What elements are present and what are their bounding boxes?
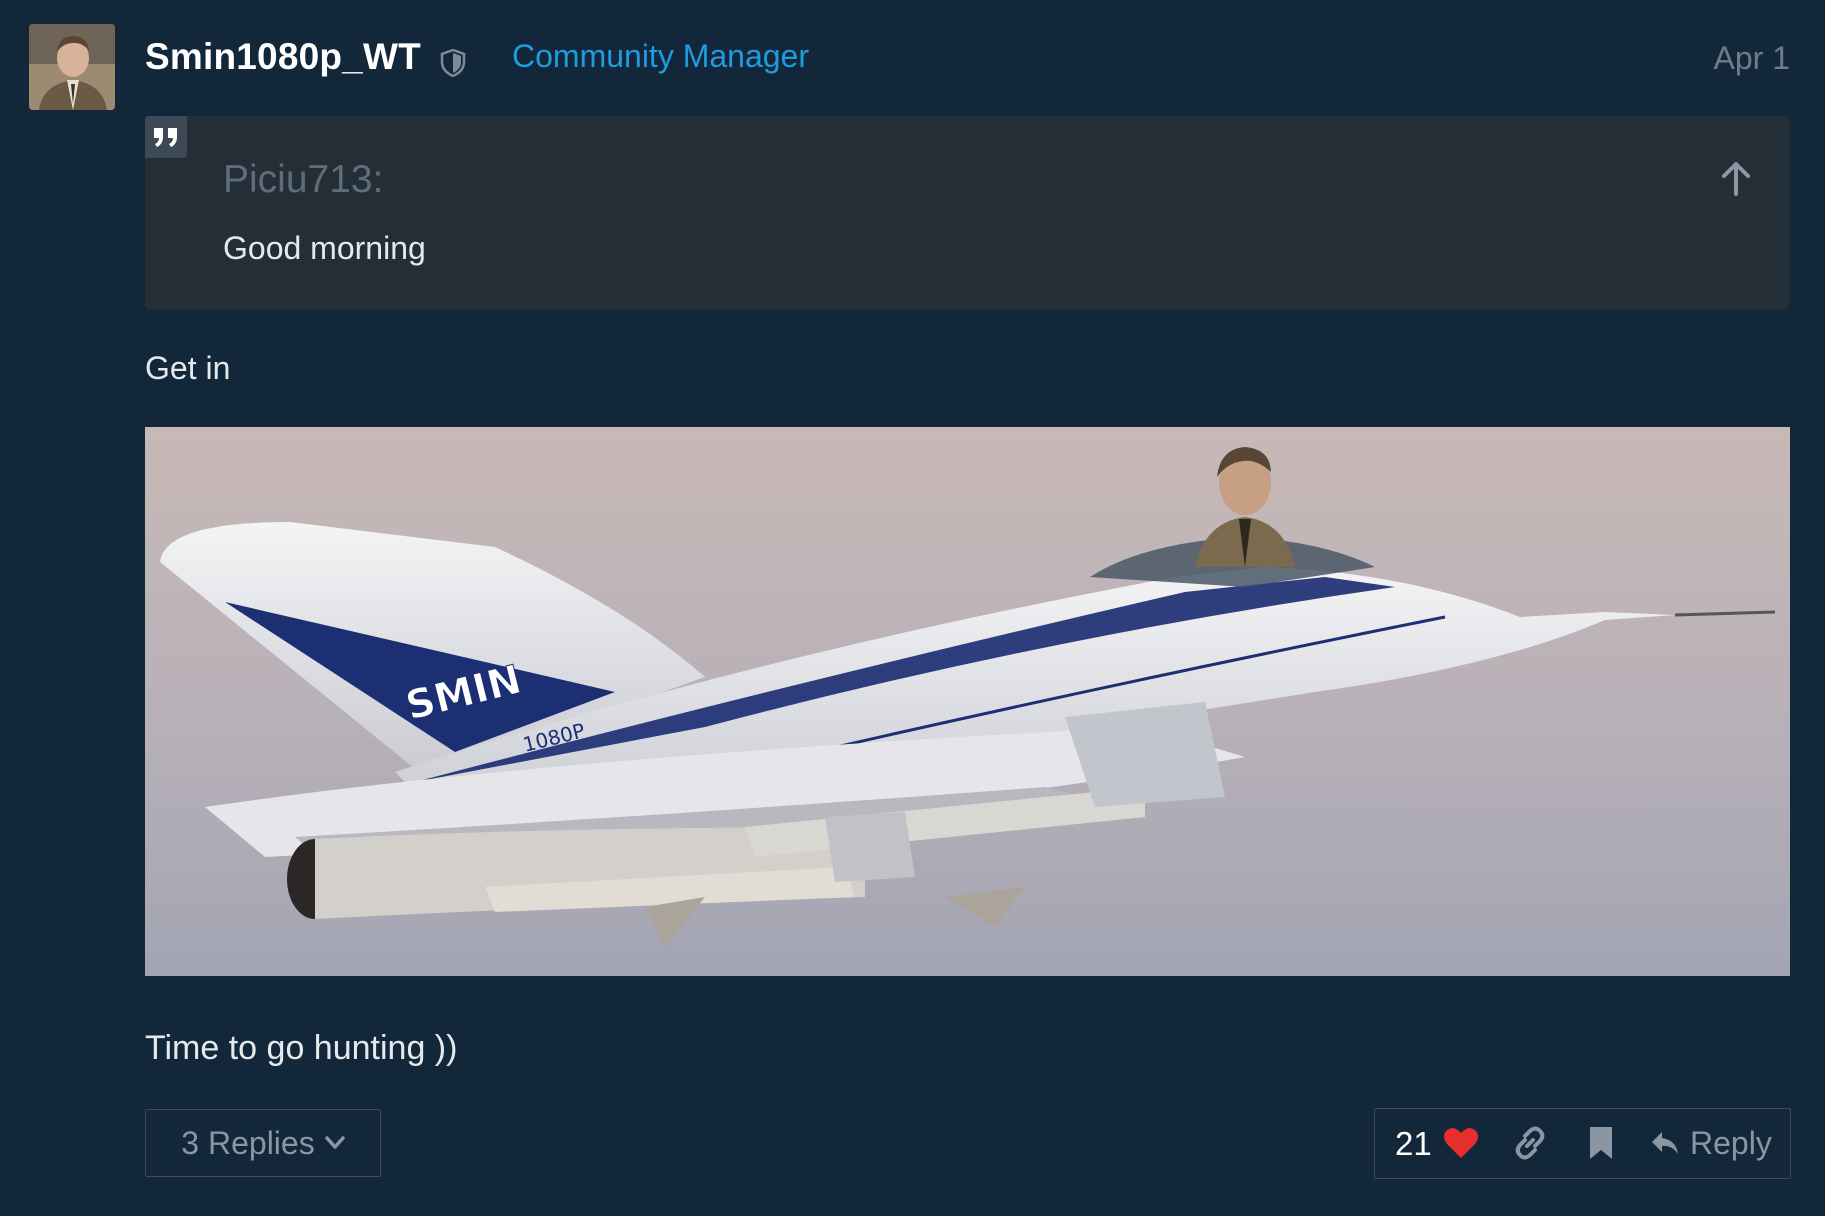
bookmark-icon[interactable] [1587,1125,1615,1161]
post-paragraph: Time to go hunting )) [145,1029,458,1067]
shield-icon [440,48,466,78]
reply-button[interactable]: Reply [1650,1121,1772,1165]
post-paragraph: Get in [145,350,231,386]
quote-text: Good morning [223,230,426,266]
like-count[interactable]: 21 [1395,1125,1432,1163]
replies-button[interactable]: 3 Replies [145,1109,381,1177]
quote-block: Piciu713: Good morning [145,116,1790,310]
arrow-up-icon[interactable] [1720,160,1752,196]
quote-icon [145,116,187,158]
link-icon[interactable] [1512,1125,1548,1161]
reply-icon [1652,1132,1678,1154]
chevron-down-icon [324,1136,345,1149]
post-image[interactable]: SMIN 1080P [145,427,1790,976]
post-date[interactable]: Apr 1 [1714,40,1790,77]
reply-label: Reply [1690,1124,1772,1161]
post-actions: 21 Reply [1374,1108,1791,1179]
user-title: Community Manager [512,38,809,74]
replies-label: 3 Replies [181,1124,315,1161]
heart-icon[interactable] [1443,1126,1479,1160]
post-username[interactable]: Smin1080p_WT [145,36,421,78]
quote-author: Piciu713: [223,158,384,201]
user-avatar[interactable] [29,24,115,110]
